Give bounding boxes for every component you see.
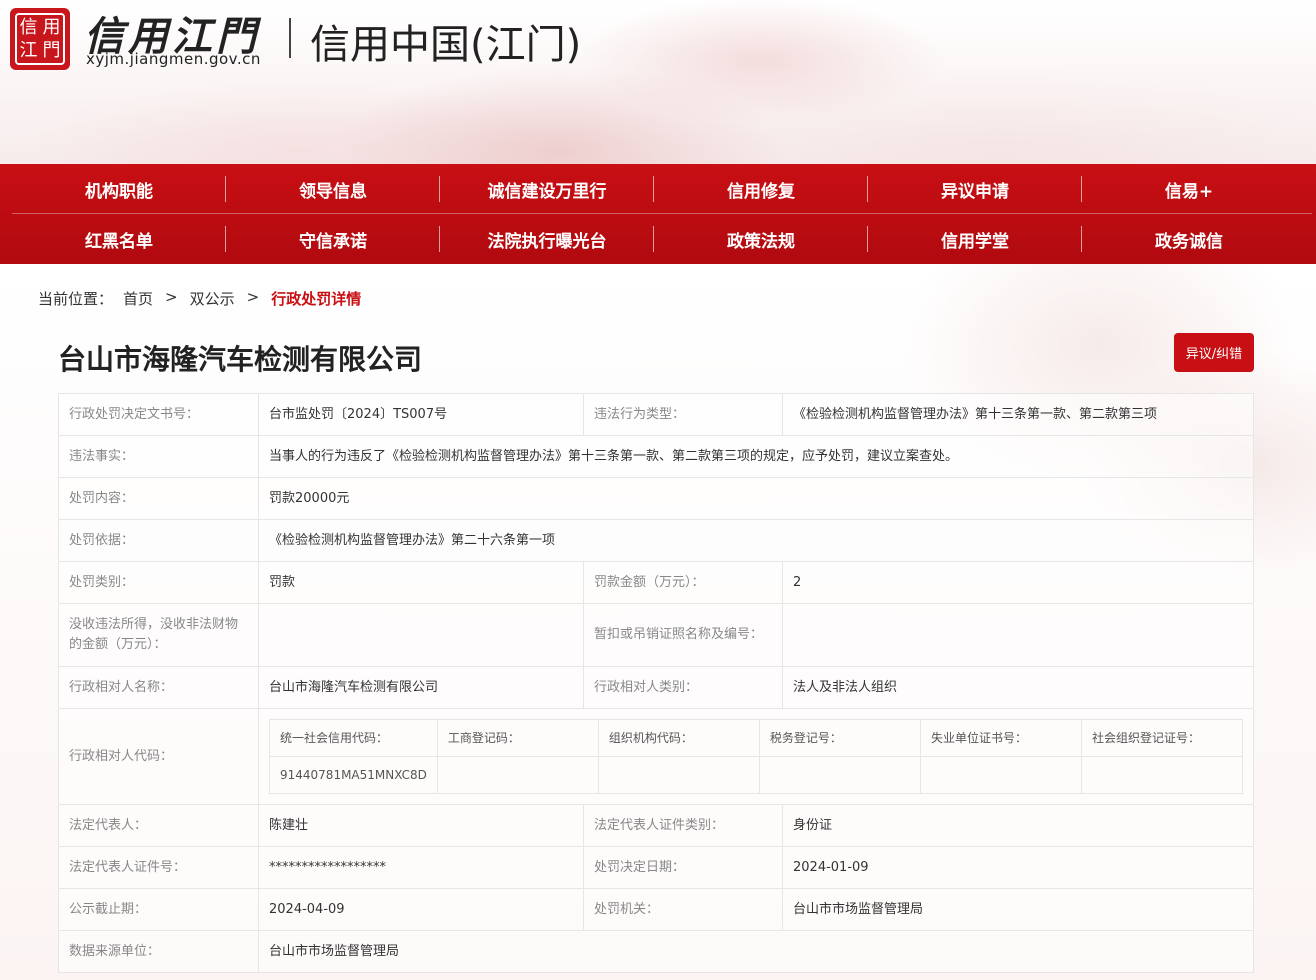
field-label: 法定代表人： (58, 804, 259, 847)
legal-rep-id-number-value: ****************** (258, 846, 584, 889)
organization-code-value (597, 756, 760, 794)
objection-correction-button[interactable]: 异议/纠错 (1174, 333, 1254, 372)
field-label: 违法行为类型： (583, 393, 783, 436)
nav-item-agency-functions[interactable]: 机构职能 (12, 164, 226, 214)
institution-certificate-value (919, 756, 1082, 794)
field-label: 行政相对人名称： (58, 666, 259, 709)
field-label: 行政相对人代码： (58, 708, 259, 805)
field-label: 违法事实： (58, 435, 259, 478)
penalty-detail-table: 行政处罚决定文书号： 台市监处罚〔2024〕TS007号 违法行为类型： 《检验… (58, 393, 1254, 973)
breadcrumb-label: 当前位置： (38, 290, 114, 308)
site-name: 信用中国(江门) (310, 22, 582, 68)
party-code-cell: 统一社会信用代码： 工商登记码： 组织机构代码： 税务登记号： 失业单位证书号：… (258, 708, 1254, 805)
license-value (782, 603, 1254, 667)
table-row: 没收违法所得，没收非法财物的金额（万元）： 暂扣或吊销证照名称及编号： (58, 603, 1254, 667)
seal-text: 信用江門 (15, 13, 65, 65)
table-row: 法定代表人： 陈建壮 法定代表人证件类别： 身份证 (58, 804, 1254, 847)
data-source-value: 台山市市场监督管理局 (258, 930, 1254, 973)
breadcrumb: 当前位置： 首页 > 双公示 > 行政处罚详情 (38, 288, 361, 309)
penalty-basis-value: 《检验检测机构监督管理办法》第二十六条第一项 (258, 519, 1254, 562)
breadcrumb-home-link[interactable]: 首页 (123, 288, 153, 309)
penalty-authority-value: 台山市市场监督管理局 (782, 888, 1254, 931)
field-label: 处罚决定日期： (583, 846, 783, 889)
nav-item-policies-regulations[interactable]: 政策法规 (654, 214, 868, 264)
field-label: 法定代表人证件号： (58, 846, 259, 889)
field-label: 处罚依据： (58, 519, 259, 562)
field-label: 暂扣或吊销证照名称及编号： (583, 603, 783, 667)
code-header: 工商登记码： (436, 719, 599, 757)
business-registration-code-value (436, 756, 599, 794)
decision-number-value: 台市监处罚〔2024〕TS007号 (258, 393, 584, 436)
table-row: 处罚类别： 罚款 罚款金额（万元）： 2 (58, 561, 1254, 604)
field-label: 罚款金额（万元）： (583, 561, 783, 604)
field-label: 数据来源单位： (58, 930, 259, 973)
penalty-content-value: 罚款20000元 (258, 477, 1254, 520)
breadcrumb-section-link[interactable]: 双公示 (190, 288, 235, 309)
nav-item-integrity-tour[interactable]: 诚信建设万里行 (440, 164, 654, 214)
code-header: 税务登记号： (758, 719, 921, 757)
party-type-value: 法人及非法人组织 (782, 666, 1254, 709)
confiscation-value (258, 603, 584, 667)
decision-date-value: 2024-01-09 (782, 846, 1254, 889)
field-label: 没收违法所得，没收非法财物的金额（万元）： (58, 603, 259, 667)
code-header: 统一社会信用代码： (269, 719, 438, 757)
main-nav: 机构职能 领导信息 诚信建设万里行 信用修复 异议申请 信易+ 红黑名单 守信承… (0, 164, 1316, 264)
site-header: 信用江門 信用江門 xyjm.jiangmen.gov.cn 信用中国(江门) (0, 0, 1316, 164)
field-label: 行政处罚决定文书号： (58, 393, 259, 436)
nav-item-xinyi-plus[interactable]: 信易+ (1082, 164, 1296, 214)
table-row: 行政相对人代码： 统一社会信用代码： 工商登记码： 组织机构代码： 税务登记号：… (58, 708, 1254, 805)
nav-row-2: 红黑名单 守信承诺 法院执行曝光台 政策法规 信用学堂 政务诚信 (12, 214, 1312, 264)
penalty-amount-value: 2 (782, 561, 1254, 604)
table-row: 行政处罚决定文书号： 台市监处罚〔2024〕TS007号 违法行为类型： 《检验… (58, 393, 1254, 436)
table-row: 数据来源单位： 台山市市场监督管理局 (58, 930, 1254, 973)
table-row: 违法事实： 当事人的行为违反了《检验检测机构监督管理办法》第十三条第一款、第二款… (58, 435, 1254, 478)
nav-item-leadership-info[interactable]: 领导信息 (226, 164, 440, 214)
breadcrumb-current: 行政处罚详情 (271, 290, 362, 308)
nav-item-objection-application[interactable]: 异议申请 (868, 164, 1082, 214)
legal-rep-id-type-value: 身份证 (782, 804, 1254, 847)
field-label: 法定代表人证件类别： (583, 804, 783, 847)
table-row: 处罚依据： 《检验检测机构监督管理办法》第二十六条第一项 (58, 519, 1254, 562)
table-row: 处罚内容： 罚款20000元 (58, 477, 1254, 520)
main-content: 当前位置： 首页 > 双公示 > 行政处罚详情 台山市海隆汽车检测有限公司 异议… (0, 264, 1316, 980)
code-header: 失业单位证书号： (919, 719, 1082, 757)
table-row: 行政相对人名称： 台山市海隆汽车检测有限公司 行政相对人类别： 法人及非法人组织 (58, 666, 1254, 709)
table-row: 公示截止期： 2024-04-09 处罚机关： 台山市市场监督管理局 (58, 888, 1254, 931)
field-label: 行政相对人类别： (583, 666, 783, 709)
violation-type-value: 《检验检测机构监督管理办法》第十三条第一款、第二款第三项 (782, 393, 1254, 436)
code-header: 组织机构代码： (597, 719, 760, 757)
page-title: 台山市海隆汽车检测有限公司 (58, 343, 423, 376)
tax-registration-value (758, 756, 921, 794)
party-code-table: 统一社会信用代码： 工商登记码： 组织机构代码： 税务登记号： 失业单位证书号：… (269, 719, 1244, 794)
field-label: 处罚类别： (58, 561, 259, 604)
code-header: 社会组织登记证号： (1080, 719, 1244, 757)
breadcrumb-separator: > (246, 288, 260, 306)
field-label: 处罚机关： (583, 888, 783, 931)
nav-item-trust-commitment[interactable]: 守信承诺 (226, 214, 440, 264)
nav-item-credit-school[interactable]: 信用学堂 (868, 214, 1082, 264)
party-name-value: 台山市海隆汽车检测有限公司 (258, 666, 584, 709)
nav-item-government-integrity[interactable]: 政务诚信 (1082, 214, 1296, 264)
breadcrumb-separator: > (165, 288, 178, 306)
nav-item-red-black-list[interactable]: 红黑名单 (12, 214, 226, 264)
nav-item-credit-repair[interactable]: 信用修复 (654, 164, 868, 214)
field-label: 处罚内容： (58, 477, 259, 520)
site-logo-seal[interactable]: 信用江門 (10, 8, 70, 70)
nav-item-court-exposure[interactable]: 法院执行曝光台 (440, 214, 654, 264)
nav-row-1: 机构职能 领导信息 诚信建设万里行 信用修复 异议申请 信易+ (12, 164, 1312, 214)
logo-divider (289, 18, 291, 58)
penalty-category-value: 罚款 (258, 561, 584, 604)
logo-domain: xyjm.jiangmen.gov.cn (86, 50, 261, 68)
code-table-header-row: 统一社会信用代码： 工商登记码： 组织机构代码： 税务登记号： 失业单位证书号：… (269, 719, 1244, 757)
legal-rep-value: 陈建壮 (258, 804, 584, 847)
code-table-value-row: 91440781MA51MNXC8D (269, 756, 1244, 794)
table-row: 法定代表人证件号： ****************** 处罚决定日期： 202… (58, 846, 1254, 889)
unified-credit-code-value: 91440781MA51MNXC8D (269, 756, 438, 794)
violation-facts-value: 当事人的行为违反了《检验检测机构监督管理办法》第十三条第一款、第二款第三项的规定… (258, 435, 1254, 478)
social-org-registration-value (1080, 756, 1244, 794)
publicity-deadline-value: 2024-04-09 (258, 888, 584, 931)
field-label: 公示截止期： (58, 888, 259, 931)
